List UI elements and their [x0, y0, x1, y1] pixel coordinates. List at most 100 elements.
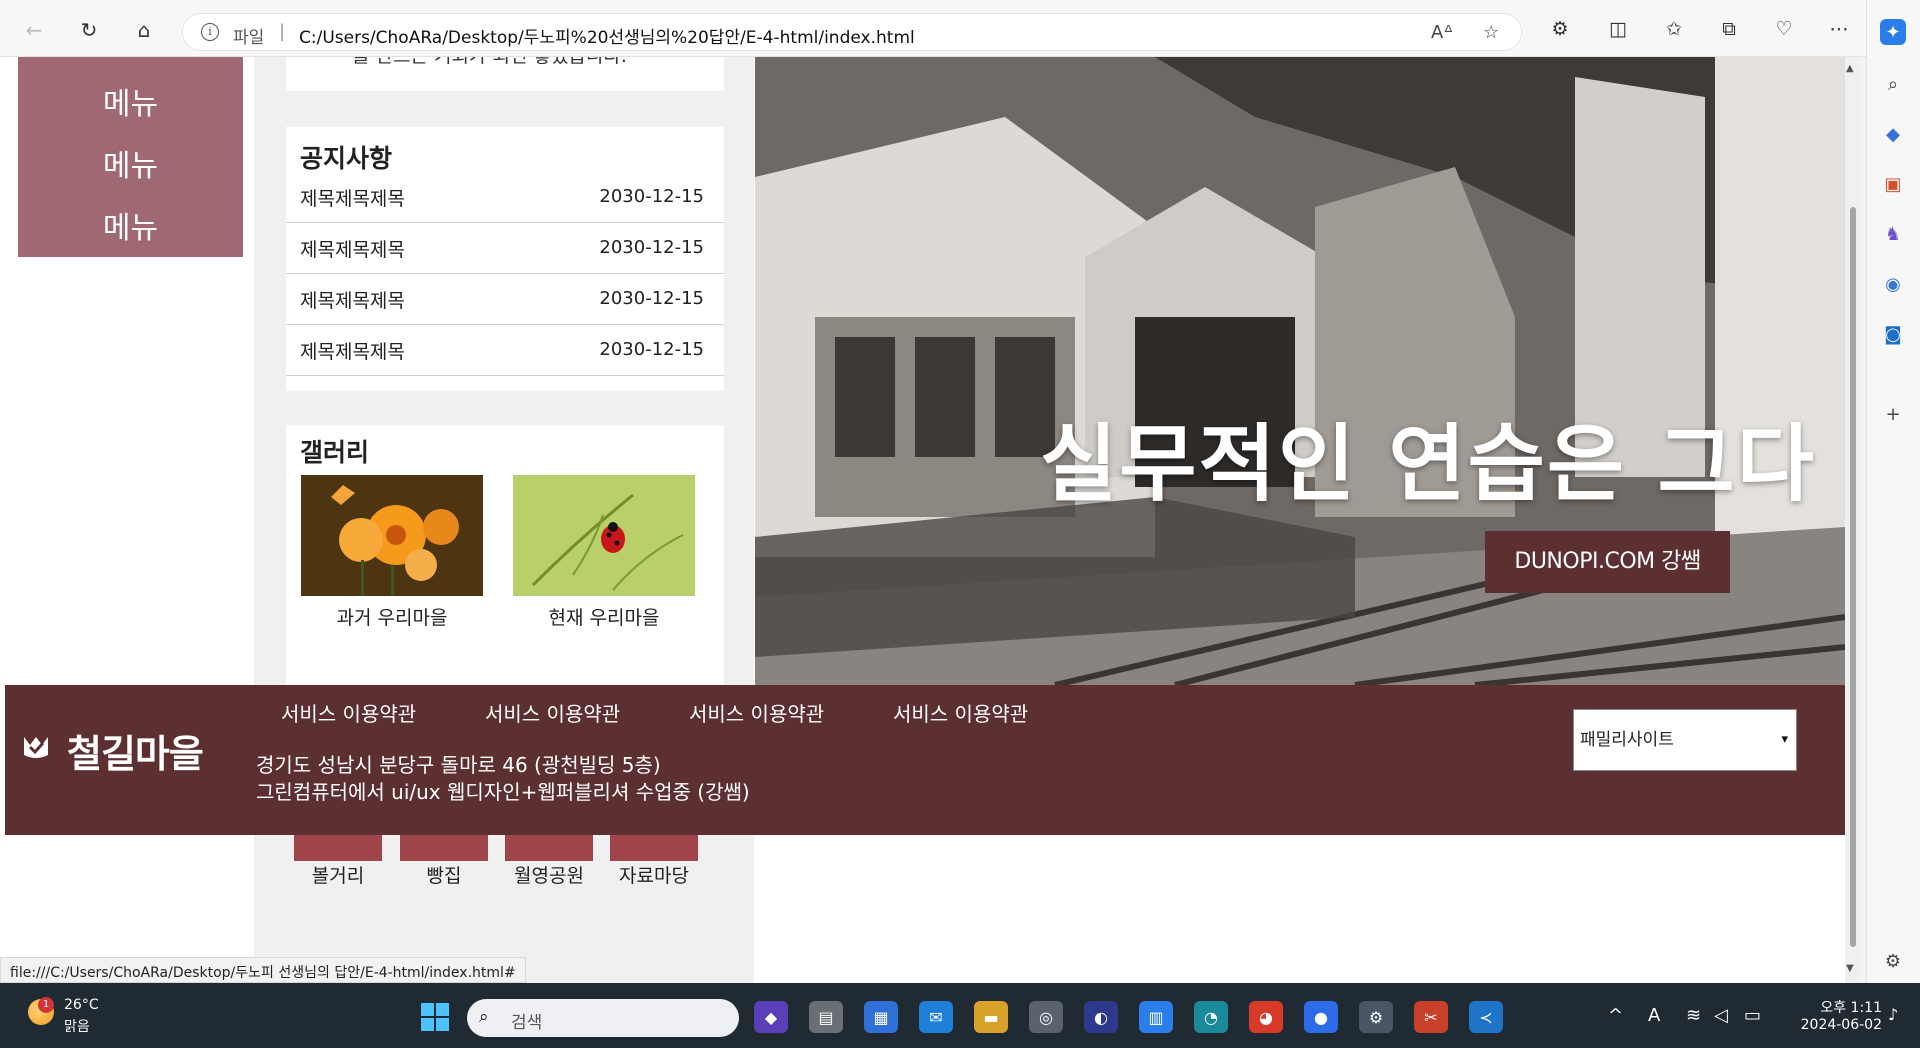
menu-item-1[interactable]: 메뉴 — [18, 79, 243, 123]
search-icon[interactable]: ⌕ — [1880, 71, 1906, 97]
site-footer: 철길마을 서비스 이용약관 서비스 이용약관 서비스 이용약관 서비스 이용약관… — [5, 685, 1846, 835]
search-icon: ⌕ — [479, 1007, 489, 1027]
site-logo[interactable]: 철길마을 — [67, 723, 204, 778]
browser-toolbar: ← ↻ ⌂ i 파일 | C:/Users/ChoARa/Desktop/두노피… — [0, 0, 1920, 57]
snipping-tool-icon[interactable]: ✂ — [1414, 1001, 1448, 1033]
task-view-icon[interactable]: ▤ — [809, 1001, 843, 1033]
footer-link[interactable]: 서비스 이용약관 — [281, 698, 416, 727]
gallery-thumb-flowers[interactable] — [301, 475, 483, 596]
settings-app-icon[interactable]: ⚙ — [1359, 1001, 1393, 1033]
notice-row-date: 2030-12-15 — [599, 237, 704, 258]
hero-banner: 실무적인 연습은 그다 DUNOPI.COM 강쌤 — [755, 57, 1845, 685]
menu-item-3[interactable]: 메뉴 — [18, 203, 243, 247]
store-icon[interactable]: ▦ — [864, 1001, 898, 1033]
taskbar: 1 26°C 맑음 ⌕ 검색 ◆ ▤ ▦ ✉ ▬ ◎ ◐ ▥ ◔ ◕ ● ⚙ ✂… — [0, 983, 1920, 1048]
settings-gear-icon[interactable]: ⚙ — [1880, 948, 1906, 974]
extensions-icon[interactable]: ⚙ — [1545, 14, 1575, 44]
notepad-icon[interactable]: ▥ — [1139, 1001, 1173, 1033]
quick-link-icon-box[interactable] — [294, 835, 382, 861]
eclipse-icon[interactable]: ◐ — [1084, 1001, 1118, 1033]
hero-headline: 실무적인 연습은 그다 — [1040, 415, 1817, 513]
notice-row-title[interactable]: 제목제목제목 — [300, 337, 405, 364]
notice-title: 공지사항 — [300, 144, 393, 173]
weather-temperature[interactable]: 26°C — [64, 997, 99, 1013]
read-aloud-icon[interactable]: Aᐞ — [1431, 22, 1453, 43]
volume-icon[interactable]: ◁ — [1714, 1005, 1728, 1026]
notice-row[interactable]: 제목제목제목 2030-12-15 — [286, 223, 724, 274]
add-icon[interactable]: + — [1880, 401, 1906, 427]
games-icon[interactable]: ♞ — [1880, 221, 1906, 247]
back-arrow-icon[interactable]: ← — [18, 14, 50, 46]
family-site-select[interactable]: 패밀리사이트 ▾ — [1573, 709, 1797, 771]
wifi-icon[interactable]: ≋ — [1686, 1005, 1701, 1026]
side-menu: 메뉴 메뉴 메뉴 — [18, 57, 243, 257]
address-bar[interactable]: i 파일 | C:/Users/ChoARa/Desktop/두노피%20선생님… — [182, 13, 1522, 51]
scroll-down-icon[interactable]: ▼ — [1846, 963, 1854, 974]
zoom-icon[interactable]: ● — [1304, 1001, 1338, 1033]
quick-link-label[interactable]: 월영공원 — [499, 861, 599, 888]
favorites-icon[interactable]: ✩ — [1659, 14, 1689, 44]
taskbar-search[interactable]: ⌕ 검색 — [467, 999, 739, 1037]
gallery-caption: 현재 우리마을 — [548, 607, 660, 629]
chrome-icon[interactable]: ◕ — [1249, 1001, 1283, 1033]
microsoft365-icon[interactable]: ◉ — [1880, 271, 1906, 297]
input-method-icon[interactable]: A — [1648, 1005, 1660, 1026]
quick-link-label[interactable]: 빵집 — [394, 861, 494, 888]
start-windows-icon[interactable] — [421, 1003, 449, 1031]
vscode-icon[interactable]: ≺ — [1469, 1001, 1503, 1033]
notice-row[interactable]: 제목제목제목 2030-12-15 — [286, 172, 724, 223]
weather-badge: 1 — [38, 997, 54, 1013]
notice-row-date: 2030-12-15 — [599, 186, 704, 207]
favorite-star-icon[interactable]: ☆ — [1483, 22, 1499, 43]
notice-row-title[interactable]: 제목제목제목 — [300, 184, 405, 211]
browser-essentials-icon[interactable]: ♡ — [1769, 14, 1799, 44]
edge-sidebar: ✦ ⌕ ◆ ▣ ♞ ◉ ◙ + ⚙ — [1866, 0, 1920, 983]
tools-icon[interactable]: ▣ — [1880, 171, 1906, 197]
quick-link-label[interactable]: 자료마당 — [604, 861, 704, 888]
notice-row[interactable]: 제목제목제목 2030-12-15 — [286, 325, 724, 376]
address-separator: | — [279, 21, 286, 42]
outlook-icon[interactable]: ◙ — [1880, 321, 1906, 347]
gallery-caption: 과거 우리마을 — [336, 607, 448, 629]
hero-button[interactable]: DUNOPI.COM 강쌤 — [1485, 531, 1730, 593]
copilot-app-icon[interactable]: ◆ — [754, 1001, 788, 1033]
copilot-icon[interactable]: ✦ — [1880, 19, 1906, 45]
notice-row[interactable]: 제목제목제목 2030-12-15 — [286, 274, 724, 325]
intro-panel: 를 만드는 기회가 되면 좋겠습니다. — [286, 57, 724, 91]
footer-link[interactable]: 서비스 이용약관 — [689, 698, 824, 727]
weather-condition[interactable]: 맑음 — [64, 1016, 90, 1036]
battery-icon[interactable]: ▭ — [1744, 1005, 1761, 1026]
quick-link-icon-box[interactable] — [610, 835, 698, 861]
url-text[interactable]: C:/Users/ChoARa/Desktop/두노피%20선생님의%20답안/… — [299, 23, 915, 48]
collections-icon[interactable]: ⧉ — [1714, 14, 1744, 44]
more-menu-icon[interactable]: ⋯ — [1824, 14, 1854, 44]
camera-icon[interactable]: ◎ — [1029, 1001, 1063, 1033]
clock-date[interactable]: 2024-06-02 — [1780, 1017, 1890, 1033]
quick-link-icon-box[interactable] — [400, 835, 488, 861]
notice-row-title[interactable]: 제목제목제목 — [300, 235, 405, 262]
chevron-down-icon: ▾ — [1781, 732, 1788, 747]
gallery-panel: 갤러리 과거 우리마을 현재 우리마을 — [286, 425, 724, 685]
footer-link[interactable]: 서비스 이용약관 — [893, 698, 1028, 727]
scroll-thumb[interactable] — [1850, 207, 1856, 947]
mail-icon[interactable]: ✉ — [919, 1001, 953, 1033]
scroll-up-icon[interactable]: ▲ — [1846, 63, 1854, 74]
footer-link[interactable]: 서비스 이용약관 — [485, 698, 620, 727]
home-icon[interactable]: ⌂ — [128, 14, 160, 46]
gallery-thumb-ladybug[interactable] — [513, 475, 695, 596]
page-scrollbar[interactable]: ▲ ▼ — [1845, 57, 1860, 983]
show-hidden-icons[interactable]: ^ — [1608, 1005, 1623, 1026]
info-icon[interactable]: i — [201, 23, 219, 41]
notification-bell-icon[interactable]: ♪ — [1888, 1005, 1898, 1024]
file-explorer-icon[interactable]: ▬ — [974, 1001, 1008, 1033]
quick-link-icon-box[interactable] — [505, 835, 593, 861]
clock-time[interactable]: 오후 1:11 — [1780, 997, 1890, 1017]
notice-row-title[interactable]: 제목제목제목 — [300, 286, 405, 313]
refresh-icon[interactable]: ↻ — [73, 14, 105, 46]
notice-panel: 공지사항 제목제목제목 2030-12-15 제목제목제목 2030-12-15… — [286, 127, 724, 391]
quick-link-label[interactable]: 볼거리 — [288, 861, 388, 888]
edge-icon[interactable]: ◔ — [1194, 1001, 1228, 1033]
menu-item-2[interactable]: 메뉴 — [18, 141, 243, 185]
shopping-tag-icon[interactable]: ◆ — [1880, 121, 1906, 147]
split-screen-icon[interactable]: ◫ — [1603, 14, 1633, 44]
